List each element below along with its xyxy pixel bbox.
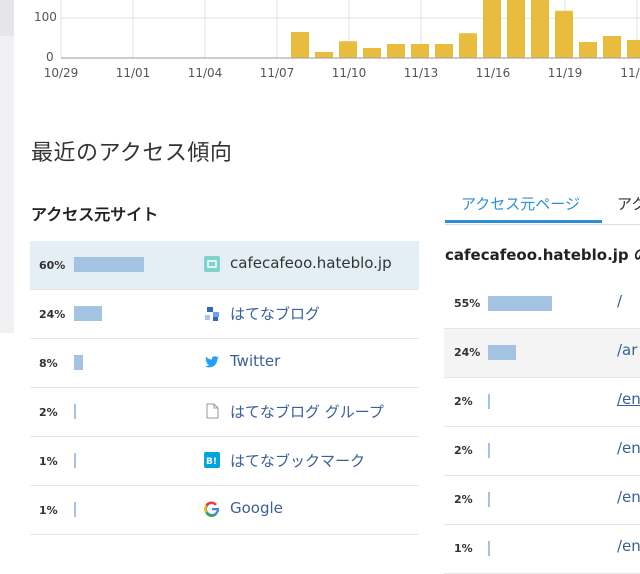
chart-bar — [435, 44, 453, 58]
percent-bar — [74, 355, 83, 370]
percent-label: 2% — [454, 395, 473, 408]
hateblo-site-icon — [204, 256, 220, 272]
section-title: 最近のアクセス傾向 — [31, 141, 233, 166]
x-tick-label: 10/29 — [43, 66, 79, 80]
page-path-link[interactable]: /en — [617, 390, 640, 408]
chart-bar — [459, 33, 477, 58]
percent-bar — [74, 306, 102, 321]
referrer-row[interactable]: 24% はてなブログ — [30, 290, 419, 339]
referrer-row[interactable]: 8% Twitter — [30, 339, 419, 388]
referrer-site-name[interactable]: Google — [230, 499, 283, 517]
percent-bar — [74, 453, 76, 468]
percent-label: 1% — [39, 504, 58, 517]
twitter-icon — [204, 354, 220, 370]
percent-label: 60% — [39, 259, 66, 272]
google-icon — [204, 501, 220, 517]
referrer-row[interactable]: 1% Google — [30, 486, 419, 535]
referrer-row[interactable]: 1% B! はてなブックマーク — [30, 437, 419, 486]
chart-bar — [483, 0, 501, 58]
page-row[interactable]: 1% /en — [444, 525, 640, 574]
chart-bar — [387, 44, 405, 58]
referrer-pages-title: cafecafeoo.hateblo.jp の — [445, 246, 640, 264]
page-row[interactable]: 2% /en — [444, 476, 640, 525]
percent-bar — [74, 404, 76, 419]
chart-canvas — [60, 0, 640, 59]
page-path-link[interactable]: / — [617, 292, 622, 310]
page-row[interactable]: 2% /en — [444, 427, 640, 476]
tab-second[interactable]: アク — [617, 193, 640, 214]
percent-bar — [488, 443, 490, 458]
referrer-site-name[interactable]: はてなブログ グループ — [230, 401, 384, 422]
chart-bar — [555, 10, 573, 59]
referrer-row[interactable]: 60% cafecafeoo.hateblo.jp — [30, 241, 419, 290]
x-tick-label: 11/13 — [403, 66, 439, 80]
referrer-sites-title: アクセス元サイト — [31, 205, 159, 224]
page-path-link[interactable]: /en — [617, 488, 640, 506]
x-tick-label: 11/04 — [187, 66, 223, 80]
x-tick-label: 11/19 — [547, 66, 583, 80]
chart-bar — [291, 32, 309, 58]
x-tick-label: 11/10 — [331, 66, 367, 80]
referrer-row[interactable]: 2% はてなブログ グループ — [30, 388, 419, 437]
percent-label: 24% — [39, 308, 66, 321]
page-path-link[interactable]: /ar — [617, 341, 637, 359]
percent-label: 1% — [454, 542, 473, 555]
percent-bar — [74, 502, 76, 517]
percent-label: 1% — [39, 455, 58, 468]
page-path-link[interactable]: /en — [617, 439, 640, 457]
percent-label: 2% — [454, 444, 473, 457]
chart-bar — [363, 48, 381, 58]
document-icon — [204, 403, 220, 419]
referrer-site-name[interactable]: はてなブックマーク — [230, 450, 365, 471]
referrer-site-name[interactable]: cafecafeoo.hateblo.jp — [230, 254, 392, 272]
chart-bar — [411, 44, 429, 58]
x-tick-label: 11/01 — [115, 66, 151, 80]
percent-bar — [488, 541, 490, 556]
y-tick-label: 100 — [34, 10, 57, 24]
page-path-link[interactable]: /en — [617, 537, 640, 555]
referrer-tabs: アクセス元ページ アク — [445, 184, 640, 225]
percent-bar — [488, 492, 490, 507]
referrer-site-name[interactable]: はてなブログ — [230, 303, 320, 324]
referrer-page-list: 55% / 24% /ar 2% /en 2% /en 2% /en 1% /e… — [444, 280, 640, 574]
chart-bar — [603, 36, 621, 58]
chart-bar — [579, 42, 597, 58]
hatena-bookmark-icon: B! — [204, 452, 220, 468]
page-row[interactable]: 24% /ar — [444, 329, 640, 378]
percent-bar — [488, 345, 516, 360]
chart-bar — [627, 40, 640, 58]
percent-label: 2% — [454, 493, 473, 506]
active-tab-indicator — [445, 220, 602, 223]
x-tick-label: 11/ — [620, 66, 640, 80]
chart-bar — [339, 41, 357, 58]
chart-bar — [507, 0, 525, 58]
percent-label: 55% — [454, 297, 481, 310]
page-row[interactable]: 55% / — [444, 280, 640, 329]
daily-access-chart: 100 0 10/29 11/01 11/04 11/07 11/10 11/1… — [0, 0, 640, 90]
hatena-blog-icon — [204, 305, 220, 321]
percent-bar — [488, 394, 490, 409]
x-tick-label: 11/16 — [475, 66, 511, 80]
chart-bar — [315, 52, 333, 58]
x-tick-label: 11/07 — [259, 66, 295, 80]
y-tick-label: 0 — [46, 50, 54, 64]
referrer-site-list: 60% cafecafeoo.hateblo.jp 24% はてなブログ 8% … — [30, 241, 419, 535]
percent-label: 8% — [39, 357, 58, 370]
percent-label: 2% — [39, 406, 58, 419]
svg-text:B!: B! — [206, 457, 217, 467]
chart-bar — [531, 0, 549, 58]
referrer-site-name[interactable]: Twitter — [230, 352, 280, 370]
page-row[interactable]: 2% /en — [444, 378, 640, 427]
percent-label: 24% — [454, 346, 481, 359]
tab-referrer-pages[interactable]: アクセス元ページ — [461, 193, 580, 214]
percent-bar — [74, 257, 144, 272]
percent-bar — [488, 296, 552, 311]
